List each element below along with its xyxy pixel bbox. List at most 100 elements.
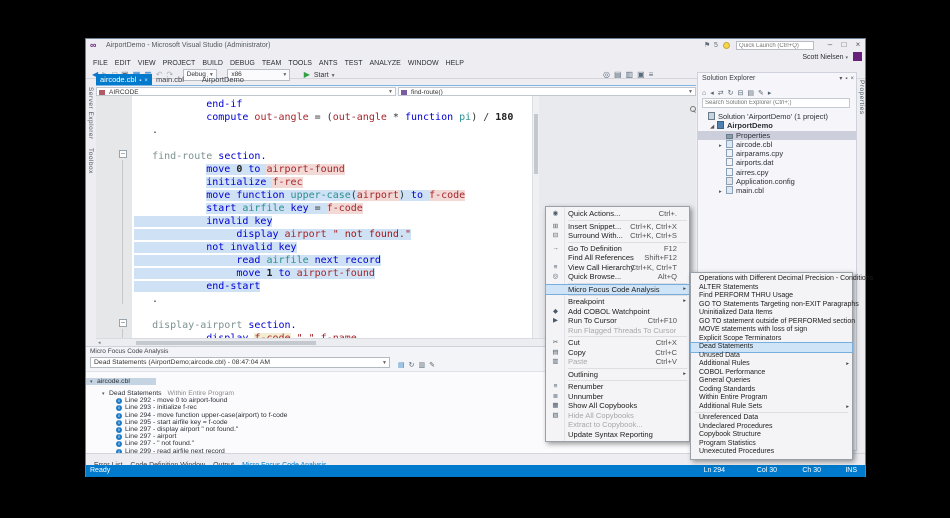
submenu-item-go-to-statement-outside-of-performed-section[interactable]: GO TO statement outside of PERFORMed sec… [691,318,852,327]
menu-item-renumber[interactable]: ≡Renumber [546,382,689,392]
submenu-item-program-statistics[interactable]: Program Statistics [691,440,852,449]
code-line: not invalid key [132,241,532,254]
code-area[interactable]: end-if compute out-angle = (out-angle * … [132,96,532,338]
user-dropdown-icon[interactable]: ▾ [846,55,849,61]
side-tab-server-explorer[interactable]: Server Explorer [87,87,94,140]
submenu-item-explicit-scope-terminators[interactable]: Explicit Scope Terminators [691,335,852,344]
submenu-item-move-statements-with-loss-of-sign[interactable]: MOVE statements with loss of sign [691,326,852,335]
tree-item-solution-airportdemo-1-project[interactable]: Solution 'AirportDemo' (1 project) [698,112,856,121]
menu-item-run-to-cursor[interactable]: ▶Run To CursorCtrl+F10 [546,316,689,326]
submenu-item-unreferenced-data[interactable]: Unreferenced Data [691,414,852,423]
analysis-node-aircode-cbl[interactable]: ▾aircode.cbl [86,378,156,385]
menu-item-paste[interactable]: ▥PasteCtrl+V [546,357,689,367]
outline-collapse-icon[interactable]: – [119,319,127,327]
menu-item-breakpoint[interactable]: Breakpoint▸ [546,297,689,307]
expander-icon[interactable]: ◢ [710,123,717,130]
update-badge-icon[interactable] [723,42,730,49]
close-icon[interactable]: × [850,76,854,82]
pane-menu-icon[interactable]: ▾ [839,76,842,82]
submenu-item-within-entire-program[interactable]: Within Entire Program [691,394,852,403]
copy-results-icon[interactable]: ▥ [419,360,426,371]
analysis-results-dropdown[interactable]: Dead Statements (AirportDemo;aircode.cbl… [90,357,390,368]
submenu-item-cobol-performance[interactable]: COBOL Performance [691,369,852,378]
pin-icon[interactable]: ▪ [845,76,847,82]
submenu-item-additional-rule-sets[interactable]: Additional Rule Sets▸ [691,403,852,412]
expander-icon[interactable]: ▾ [102,391,109,397]
tree-item-application-config[interactable]: Application.config [698,177,856,186]
menu-item-cut[interactable]: ✂CutCtrl+X [546,338,689,348]
tree-item-aircode-cbl[interactable]: ▸aircode.cbl [698,140,856,149]
expander-icon[interactable]: ▸ [719,142,726,149]
menu-item-insert-snippet[interactable]: ⊞Insert Snippet...Ctrl+K, Ctrl+X [546,222,689,232]
tab-airportdemo[interactable]: AirportDemo [198,74,248,85]
tree-item-airparams-cpy[interactable]: airparams.cpy [698,149,856,158]
tree-item-airports-dat[interactable]: airports.dat [698,158,856,167]
submenu-item-undeclared-procedures[interactable]: Undeclared Procedures [691,423,852,432]
tree-item-airportdemo[interactable]: ◢AirportDemo [698,121,856,130]
results-view-icon[interactable]: ▤ [398,360,405,371]
scrollbar-thumb[interactable] [534,114,538,174]
menu-item-run-flagged-threads-to-cursor[interactable]: Run Flagged Threads To Cursor [546,326,689,336]
close-button[interactable]: × [851,39,865,51]
side-tab-properties[interactable]: Properties [858,80,865,115]
tab-aircode-cbl[interactable]: aircode.cbl▪× [96,74,152,85]
menu-item-unnumber[interactable]: ≣Unnumber [546,392,689,402]
notification-count[interactable]: 5 [714,39,718,52]
submenu-item-go-to-statements-targeting-non-exit-paragraphs[interactable]: GO TO Statements Targeting non-EXIT Para… [691,301,852,310]
menu-item-view-call-hierarchy[interactable]: ≡View Call HierarchyCtrl+K, Ctrl+T [546,263,689,273]
editor-context-menu: ◉Quick Actions...Ctrl+. ⊞Insert Snippet..… [545,206,690,442]
navbar-section-dropdown[interactable]: find-route() ▼ [398,87,696,96]
tab-main-cbl[interactable]: main.cbl [152,74,188,85]
submenu-item-additional-rules[interactable]: Additional Rules▸ [691,360,852,369]
quick-actions-icon: ◉ [548,209,563,219]
quick-launch-input[interactable] [736,41,814,50]
restore-button[interactable]: □ [837,39,851,51]
expander-icon[interactable]: ▸ [719,188,726,195]
submenu-item-unexecuted-procedures[interactable]: Unexecuted Procedures [691,448,852,457]
menu-item-copy[interactable]: ▤CopyCtrl+C [546,348,689,358]
refresh-results-icon[interactable]: ↻ [409,360,415,371]
submenu-item-coding-standards[interactable]: Coding Standards [691,386,852,395]
export-results-icon[interactable]: ✎ [429,360,435,371]
tree-item-airres-cpy[interactable]: airres.cpy [698,168,856,177]
close-icon[interactable]: × [144,78,148,84]
menu-item-go-to-definition[interactable]: →Go To DefinitionF12 [546,244,689,254]
menu-item-update-syntax-reporting[interactable]: Update Syntax Reporting [546,430,689,440]
submenu-item-unused-data[interactable]: Unused Data [691,352,852,361]
submenu-item-find-perform-thru-usage[interactable]: Find PERFORM THRU Usage [691,292,852,301]
avatar[interactable] [853,52,862,61]
document-tabbar: aircode.cbl▪×main.cbl AirportDemo [96,74,696,85]
menu-item-surround-with[interactable]: ⊟Surround With...Ctrl+K, Ctrl+S [546,231,689,241]
menu-item-hide-all-copybooks[interactable]: ▧Hide All Copybooks [546,411,689,421]
tree-item-properties[interactable]: Properties [698,131,856,140]
menu-item-add-cobol-watchpoint[interactable]: ◆Add COBOL Watchpoint [546,307,689,317]
minimize-button[interactable]: – [823,39,837,51]
run-to-cursor-icon: ▶ [548,316,563,326]
menu-item-extract-to-copybook[interactable]: Extract to Copybook... [546,420,689,430]
menu-item-quick-browse[interactable]: ◎Quick Browse...Alt+Q [546,272,689,282]
expander-icon[interactable]: ▾ [90,379,97,385]
submenu-item-dead-statements[interactable]: Dead Statements [691,343,852,352]
tree-item-main-cbl[interactable]: ▸main.cbl [698,186,856,195]
navbar-program-dropdown[interactable]: AIRCODE ▼ [96,87,396,96]
submenu-item-copybook-structure[interactable]: Copybook Structure [691,431,852,440]
menu-item-show-all-copybooks[interactable]: ▦Show All Copybooks [546,401,689,411]
vertical-scrollbar[interactable] [532,96,539,346]
solution-explorer-search-input[interactable] [702,98,850,108]
pin-icon[interactable]: ▪ [139,78,141,84]
submenu-item-general-queries[interactable]: General Queries [691,377,852,386]
side-tab-toolbox[interactable]: Toolbox [87,148,94,174]
submenu-item-uninitialized-data-items[interactable]: Uninitialized Data Items [691,309,852,318]
menu-separator [568,283,687,284]
submenu-item-operations-with-different-decimal-precision-conditions[interactable]: Operations with Different Decimal Precis… [691,275,852,284]
signed-in-user[interactable]: Scott Nielsen [802,54,843,61]
scrollbar-thumb[interactable] [136,341,316,345]
feedback-flag-icon[interactable]: ⚑ [704,39,710,52]
outline-collapse-icon[interactable]: – [119,150,127,158]
menu-item-quick-actions[interactable]: ◉Quick Actions...Ctrl+. [546,209,689,219]
menu-item-find-all-references[interactable]: Find All ReferencesShift+F12 [546,253,689,263]
menu-item-micro-focus-code-analysis[interactable]: Micro Focus Code Analysis▸ [546,285,689,295]
submenu-item-alter-statements[interactable]: ALTER Statements [691,284,852,293]
visual-studio-logo-icon: ∞ [90,39,96,52]
menu-item-outlining[interactable]: Outlining▸ [546,370,689,380]
